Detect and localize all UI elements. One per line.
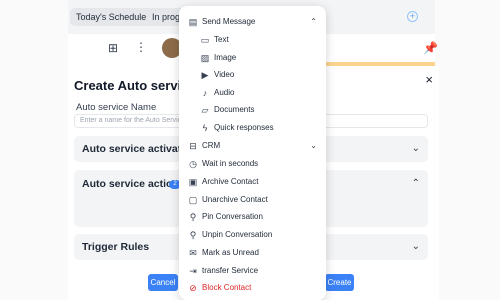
menu-item-wait[interactable]: ◷ Wait in seconds	[179, 156, 326, 173]
modal-title: Create Auto service	[74, 78, 196, 93]
folder-icon: ▱	[201, 105, 209, 115]
menu-item-label: transfer Service	[202, 265, 259, 275]
video-icon: ▶	[201, 70, 209, 80]
unarchive-icon: ▢	[188, 194, 198, 205]
menu-item-label: Documents	[214, 105, 255, 114]
menu-item-label: Mark as Unread	[202, 248, 259, 257]
create-button[interactable]: Create	[325, 274, 354, 291]
image-icon: ▨	[200, 52, 210, 63]
action-dropdown-menu: ▤ Send Message ⌃ ▭ Text ▨ Image ▶ Video …	[179, 6, 326, 300]
menu-item-documents[interactable]: ▱ Documents	[179, 102, 326, 119]
close-icon[interactable]: ×	[425, 72, 433, 87]
menu-item-audio[interactable]: ♪ Audio	[179, 85, 326, 102]
menu-item-label: Block Contact	[202, 283, 252, 292]
menu-item-quick-responses[interactable]: ϟ Quick responses	[179, 120, 326, 137]
chevron-down-icon[interactable]: ⌄	[412, 143, 420, 154]
text-icon: ▭	[200, 35, 210, 45]
pin-icon[interactable]: 📌	[423, 41, 438, 55]
section-title: Auto service action	[82, 178, 179, 190]
add-filter-icon[interactable]: +	[407, 11, 418, 22]
chevron-down-icon[interactable]: ⌄	[412, 241, 420, 252]
microphone-icon: ♪	[202, 87, 208, 98]
unpin-icon: ⚲	[189, 230, 197, 240]
clock-icon: ◷	[189, 158, 197, 169]
menu-item-label: Audio	[214, 87, 235, 97]
menu-item-label: Quick responses	[214, 123, 274, 132]
new-chat-icon[interactable]: ⊞	[108, 41, 118, 55]
menu-item-label: Pin Conversation	[202, 212, 263, 221]
menu-item-label: Video	[214, 70, 235, 79]
menu-item-label: Unarchive Contact	[202, 194, 268, 204]
mark-unread-icon: ✉	[189, 248, 197, 258]
chevron-up-icon[interactable]: ⌃	[310, 16, 317, 28]
menu-item-label: Wait in seconds	[202, 158, 259, 168]
menu-item-pin-conversation[interactable]: ⚲ Pin Conversation	[179, 209, 326, 226]
menu-item-label: Text	[214, 35, 229, 44]
section-title: Trigger Rules	[82, 241, 150, 253]
menu-item-label: CRM	[202, 140, 221, 150]
crm-icon: ⊟	[189, 140, 197, 151]
message-icon: ▤	[188, 17, 198, 27]
menu-item-video[interactable]: ▶ Video	[179, 67, 326, 84]
menu-item-image[interactable]: ▨ Image	[179, 50, 326, 67]
block-icon: ⊘	[189, 283, 197, 293]
menu-item-transfer-service[interactable]: ⇥ transfer Service	[179, 263, 326, 280]
menu-item-archive-contact[interactable]: ▣ Archive Contact	[179, 174, 326, 191]
auto-service-name-label: Auto service Name	[76, 102, 157, 113]
menu-item-send-message[interactable]: ▤ Send Message ⌃	[179, 14, 326, 31]
cancel-button[interactable]: Cancel	[148, 274, 178, 291]
menu-item-mark-as-unread[interactable]: ✉ Mark as Unread	[179, 245, 326, 262]
menu-item-label: Image	[214, 52, 237, 62]
menu-item-block-contact[interactable]: ⊘ Block Contact	[179, 280, 326, 297]
chevron-down-icon[interactable]: ⌄	[310, 140, 317, 152]
archive-icon: ▣	[188, 176, 198, 187]
chip-label: Today's Schedule	[76, 12, 147, 22]
lightning-icon: ϟ	[202, 123, 208, 133]
more-vertical-icon[interactable]: ⋮	[135, 40, 147, 54]
menu-item-label: Unpin Conversation	[202, 230, 273, 239]
menu-item-crm[interactable]: ⊟ CRM ⌄	[179, 138, 326, 155]
menu-item-label: Send Message	[202, 17, 256, 26]
menu-item-unpin-conversation[interactable]: ⚲ Unpin Conversation	[179, 227, 326, 244]
pin-icon: ⚲	[189, 212, 197, 222]
chevron-up-icon[interactable]: ⌃	[412, 178, 420, 189]
menu-item-text[interactable]: ▭ Text	[179, 32, 326, 49]
menu-item-label: Archive Contact	[202, 176, 259, 186]
menu-item-unarchive-contact[interactable]: ▢ Unarchive Contact	[179, 192, 326, 209]
transfer-icon: ⇥	[189, 265, 197, 276]
